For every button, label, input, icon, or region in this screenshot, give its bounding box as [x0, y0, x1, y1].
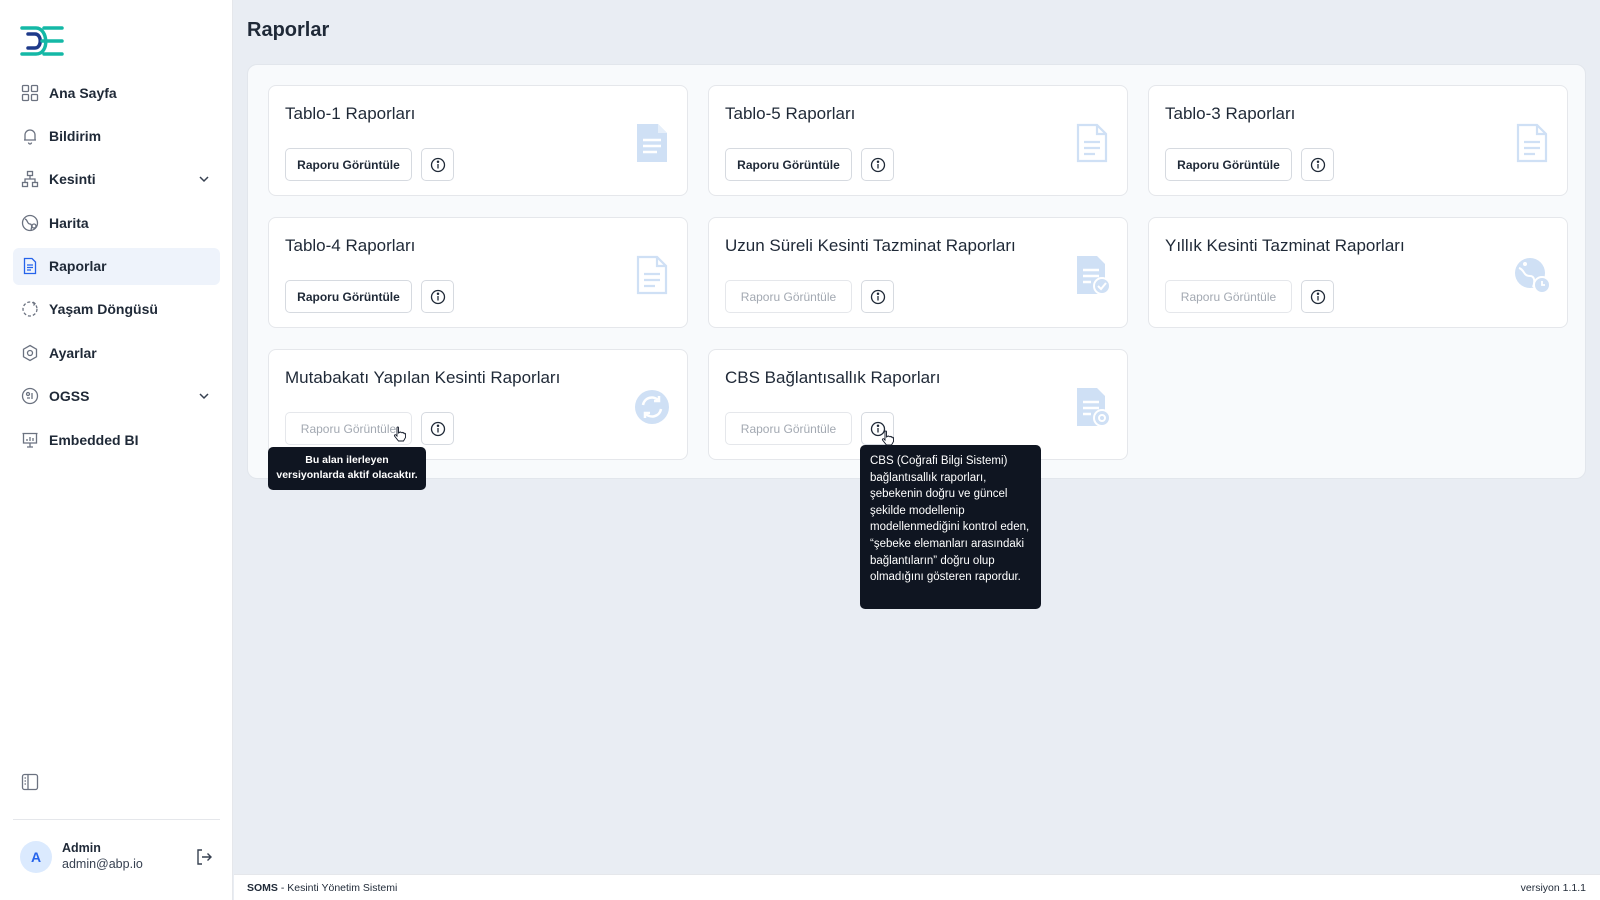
cbs-info-tooltip: CBS (Coğrafi Bilgi Sistemi) bağlantısall…	[860, 445, 1041, 609]
chevron-down-icon[interactable]	[196, 171, 212, 187]
report-card-yillik-kesinti: Yıllık Kesinti Tazminat Raporları Raporu…	[1148, 217, 1568, 328]
card-title: Mutabakatı Yapılan Kesinti Raporları	[285, 368, 561, 387]
page-title: Raporlar	[247, 19, 330, 41]
card-title: Tablo-4 Raporları	[285, 236, 416, 255]
user-name: Admin	[62, 841, 101, 855]
view-report-button[interactable]: Raporu Görüntüle	[725, 412, 852, 445]
bell-icon	[20, 126, 40, 146]
network-icon	[20, 169, 40, 189]
card-title: CBS Bağlantısallık Raporları	[725, 368, 941, 387]
footer: SOMS - Kesinti Yönetim Sistemi versiyon …	[234, 874, 1600, 900]
sidebar-item-raporlar[interactable]: Raporlar	[13, 247, 220, 285]
globe-clock-icon	[1515, 258, 1551, 294]
view-report-button[interactable]: Raporu Görüntüle	[1165, 280, 1292, 313]
sidebar-item-label: Yaşam Döngüsü	[49, 301, 158, 318]
info-button[interactable]	[1301, 280, 1334, 313]
report-card-tablo-5: Tablo-5 Raporları Raporu Görüntüle	[708, 85, 1128, 196]
info-icon	[870, 157, 885, 172]
info-button[interactable]	[421, 412, 454, 445]
sidebar-item-label: Bildirim	[49, 127, 102, 144]
footer-app-info: SOMS - Kesinti Yönetim Sistemi	[247, 882, 397, 894]
user-profile: A Admin admin@abp.io	[20, 840, 143, 873]
document-settings-icon	[1077, 388, 1111, 427]
sidebar-nav: Ana Sayfa Bildirim Kesinti Harita Raporl…	[13, 74, 220, 465]
document-outline-icon	[636, 255, 668, 295]
sidebar-item-harita[interactable]: Harita	[13, 204, 220, 241]
info-button[interactable]	[1301, 148, 1334, 181]
sidebar-item-label: Ayarlar	[49, 344, 97, 361]
sidebar-item-label: Embedded BI	[49, 431, 139, 448]
view-report-button[interactable]: Raporu Görüntüle	[285, 280, 412, 313]
view-report-button[interactable]: Raporu Görüntüle	[725, 280, 852, 313]
sidebar-item-label: OGSS	[49, 388, 90, 405]
card-title: Tablo-3 Raporları	[1165, 104, 1296, 123]
sidebar-divider	[13, 819, 220, 820]
report-card-tablo-1: Tablo-1 Raporları Raporu Görüntüle	[268, 85, 688, 196]
card-title: Uzun Süreli Kesinti Tazminat Raporları	[725, 236, 1016, 255]
report-icon	[20, 256, 40, 276]
hand-cursor-icon	[393, 426, 406, 442]
sidebar-item-ana-sayfa[interactable]: Ana Sayfa	[13, 74, 220, 111]
disabled-notice-tooltip: Bu alan ilerleyen versiyonlarda aktif ol…	[268, 447, 426, 490]
info-icon	[870, 289, 885, 304]
info-button[interactable]	[421, 280, 454, 313]
sidebar-item-label: Raporlar	[49, 258, 107, 275]
sidebar-item-kesinti[interactable]: Kesinti	[13, 161, 220, 198]
card-title: Tablo-1 Raporları	[285, 104, 416, 123]
sidebar-item-label: Kesinti	[49, 171, 96, 188]
hand-cursor-icon	[881, 430, 894, 446]
reports-panel: Tablo-1 Raporları Raporu Görüntüle Tablo…	[247, 64, 1586, 479]
footer-version: versiyon 1.1.1	[1520, 882, 1586, 894]
view-report-button[interactable]: Raporu Görüntüle	[725, 148, 852, 181]
footer-app-desc: - Kesinti Yönetim Sistemi	[277, 882, 398, 894]
card-title: Tablo-5 Raporları	[725, 104, 856, 123]
document-check-icon	[1077, 256, 1111, 295]
logout-icon[interactable]	[195, 848, 213, 866]
sidebar-item-bildirim[interactable]: Bildirim	[13, 117, 220, 154]
footer-app-name: SOMS	[247, 882, 278, 894]
document-icon	[637, 124, 667, 162]
info-icon	[430, 421, 445, 436]
gear-icon	[20, 343, 40, 363]
sidebar-item-ogss[interactable]: OGSS	[13, 378, 220, 415]
sidebar-collapse-icon[interactable]	[20, 772, 40, 792]
chevron-down-icon[interactable]	[196, 388, 212, 404]
sidebar-item-label: Ana Sayfa	[49, 84, 117, 101]
view-report-button[interactable]: Raporu Görüntüle	[285, 148, 412, 181]
sidebar-item-ayarlar[interactable]: Ayarlar	[13, 334, 220, 371]
globe-icon	[20, 213, 40, 233]
report-card-uzun-sureli-kesinti: Uzun Süreli Kesinti Tazminat Raporları R…	[708, 217, 1128, 328]
sidebar-item-embedded-bi[interactable]: Embedded BI	[13, 421, 220, 458]
info-button[interactable]	[861, 148, 894, 181]
report-card-cbs-baglantisallik: CBS Bağlantısallık Raporları Raporu Görü…	[708, 349, 1128, 460]
document-outline-icon	[1076, 123, 1108, 163]
info-icon	[1310, 157, 1325, 172]
report-card-tablo-4: Tablo-4 Raporları Raporu Görüntüle	[268, 217, 688, 328]
sidebar-item-yasam-dongusu[interactable]: Yaşam Döngüsü	[13, 291, 220, 328]
info-icon	[430, 157, 445, 172]
user-email: admin@abp.io	[62, 857, 143, 871]
presentation-icon	[20, 430, 40, 450]
card-title: Yıllık Kesinti Tazminat Raporları	[1165, 236, 1405, 255]
info-button[interactable]	[861, 280, 894, 313]
app-logo[interactable]	[20, 24, 64, 58]
cycle-icon	[20, 299, 40, 319]
sidebar: Ana Sayfa Bildirim Kesinti Harita Raporl…	[0, 0, 233, 900]
info-icon	[430, 289, 445, 304]
info-button[interactable]	[421, 148, 454, 181]
grid-icon	[20, 83, 40, 103]
view-report-button[interactable]: Raporu Görüntüle	[1165, 148, 1292, 181]
refresh-circle-icon	[635, 390, 669, 424]
dashboard-icon	[20, 386, 40, 406]
sidebar-item-label: Harita	[49, 214, 89, 231]
document-outline-icon	[1516, 123, 1548, 163]
avatar[interactable]: A	[20, 840, 52, 873]
report-card-mutabakati-yapilan: Mutabakatı Yapılan Kesinti Raporları Rap…	[268, 349, 688, 460]
info-icon	[1310, 289, 1325, 304]
report-card-tablo-3: Tablo-3 Raporları Raporu Görüntüle	[1148, 85, 1568, 196]
